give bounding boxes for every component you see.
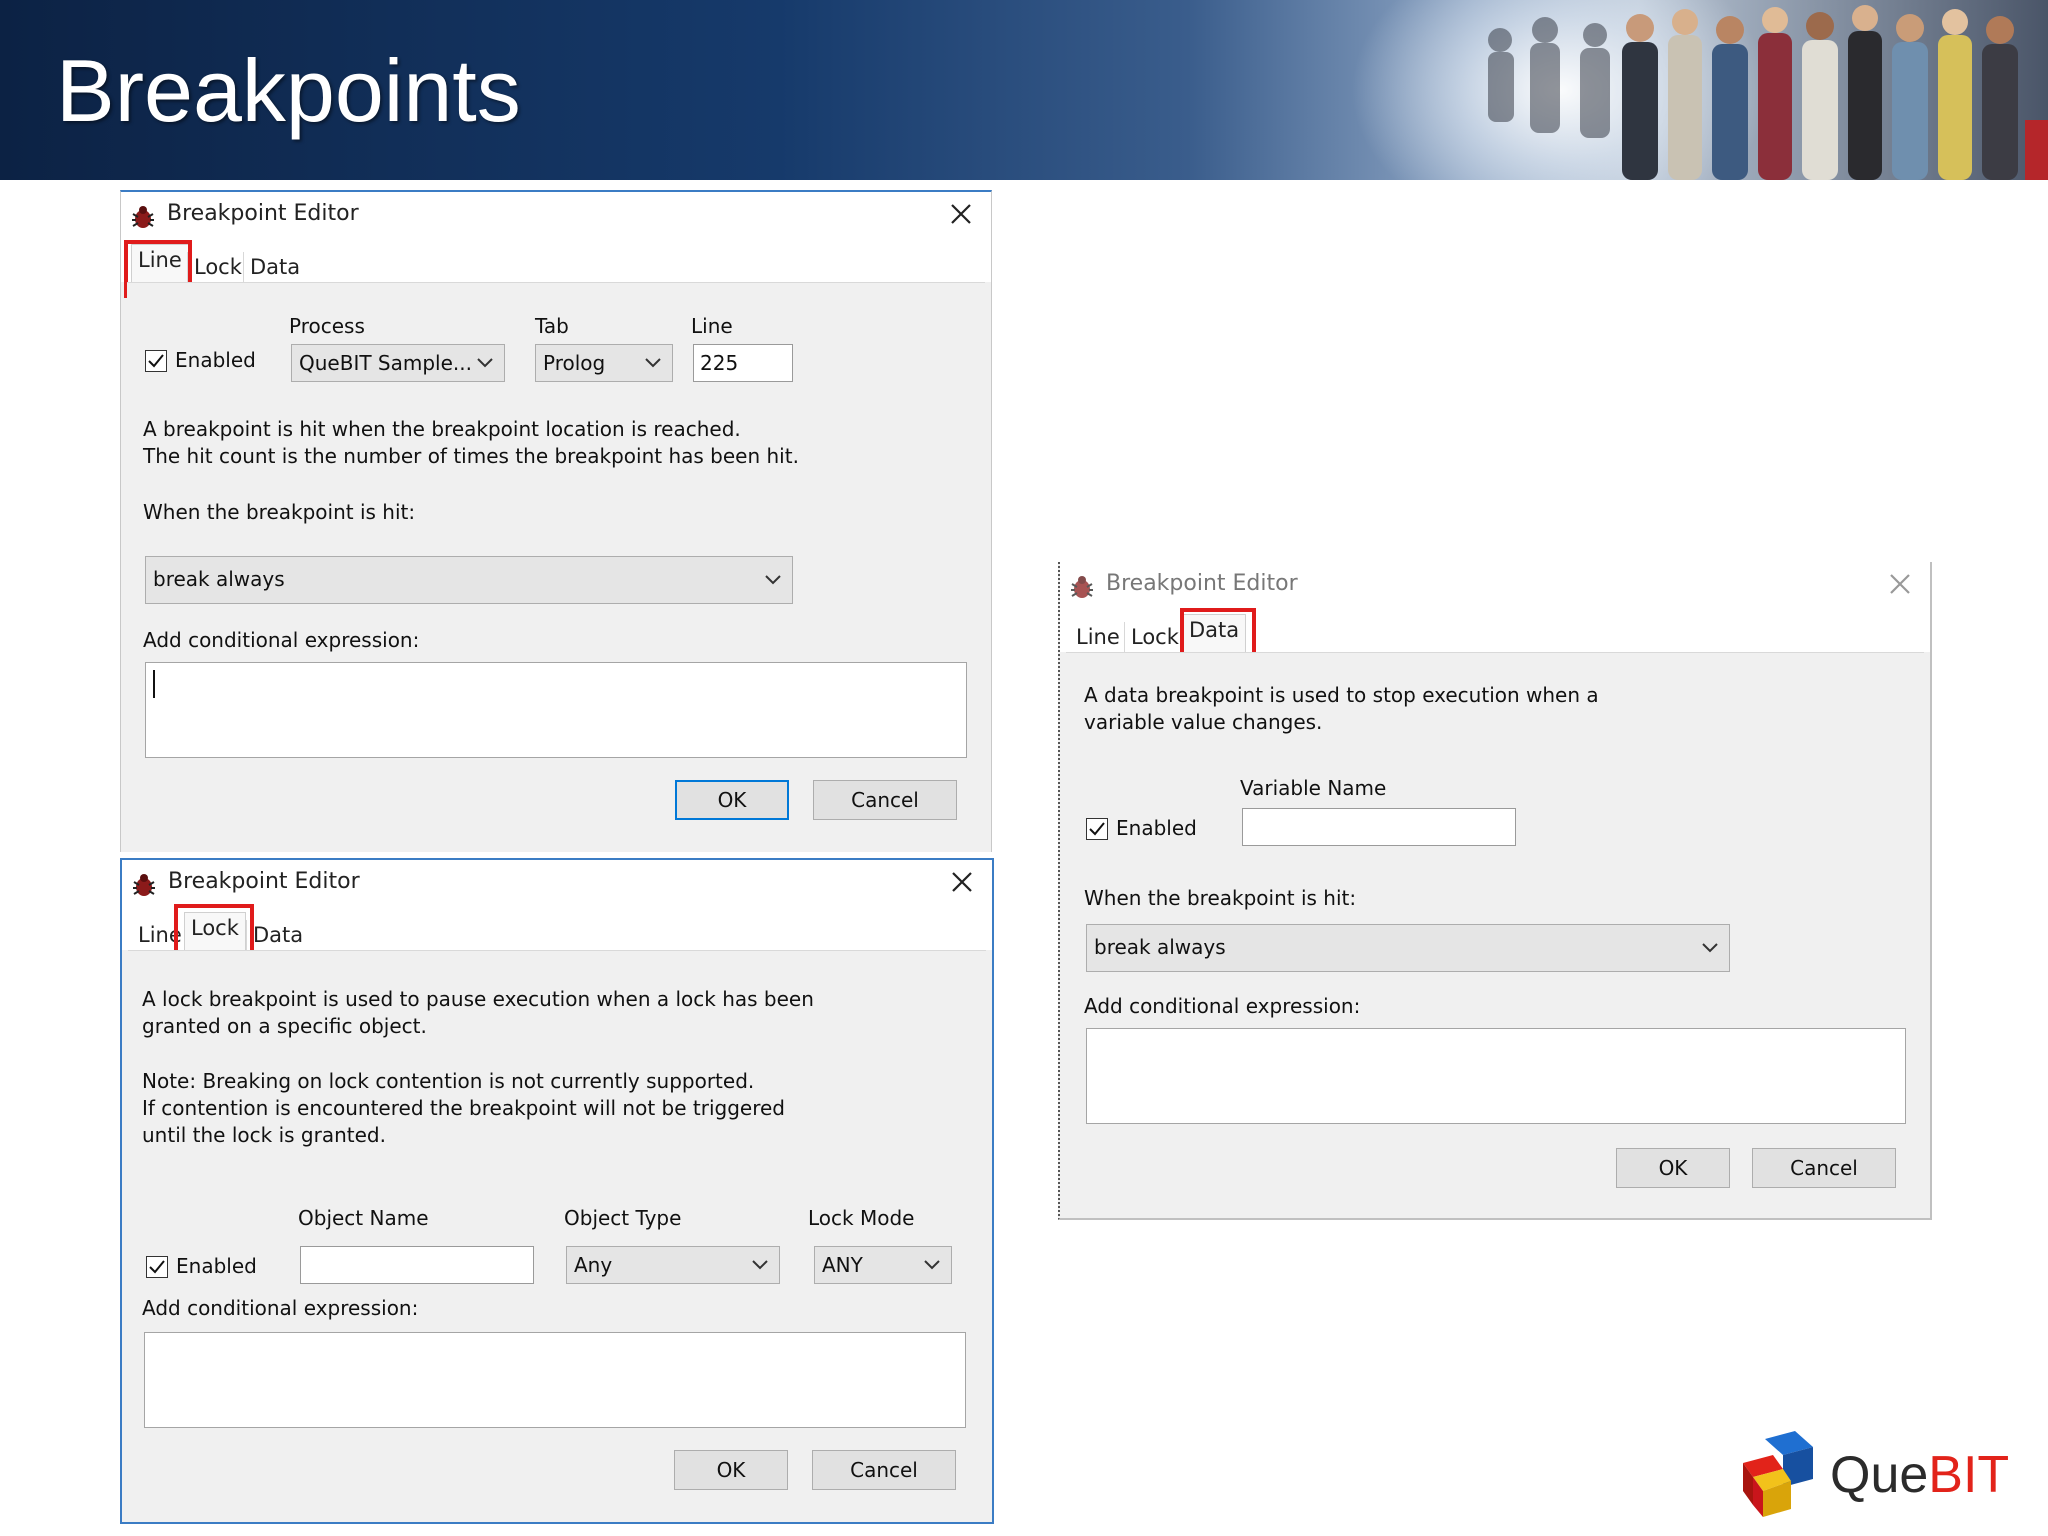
note-line: If contention is encountered the breakpo…: [142, 1096, 785, 1120]
conditional-expression-input[interactable]: [144, 1332, 966, 1428]
lock-mode-dropdown[interactable]: ANY: [814, 1246, 952, 1284]
enabled-checkbox[interactable]: [146, 1256, 168, 1278]
note-line: until the lock is granted.: [142, 1123, 386, 1147]
variable-name-label: Variable Name: [1240, 776, 1387, 800]
dialog-title: Breakpoint Editor: [167, 201, 359, 226]
ok-button[interactable]: OK: [675, 780, 789, 820]
ok-button[interactable]: OK: [674, 1450, 788, 1490]
lock-mode-value: ANY: [822, 1253, 863, 1277]
line-label: Line: [691, 314, 733, 338]
dialog-title: Breakpoint Editor: [168, 869, 360, 894]
tab-data[interactable]: Data: [243, 252, 306, 282]
logo-text-que: Que: [1830, 1446, 1929, 1504]
hit-condition-value: break always: [153, 567, 285, 591]
hit-condition-dropdown[interactable]: break always: [145, 556, 793, 604]
logo-cube-icon: [1743, 1431, 1813, 1517]
process-dropdown[interactable]: QueBIT Sample...: [291, 344, 505, 382]
lock-description: A lock breakpoint is used to pause execu…: [142, 986, 814, 1040]
lock-mode-label: Lock Mode: [808, 1206, 915, 1230]
enabled-checkbox[interactable]: [1086, 818, 1108, 840]
cancel-button[interactable]: Cancel: [813, 780, 957, 820]
description-line: A lock breakpoint is used to pause execu…: [142, 987, 814, 1011]
description-line: A breakpoint is hit when the breakpoint …: [143, 417, 741, 441]
hit-condition-dropdown[interactable]: break always: [1086, 924, 1730, 972]
chevron-down-icon: [924, 1260, 940, 1270]
close-icon[interactable]: [1880, 564, 1920, 604]
text-caret: [153, 670, 155, 698]
logo-wordmark: QueBIT: [1830, 1445, 2009, 1505]
enabled-label: Enabled: [1116, 816, 1197, 840]
variable-name-input[interactable]: [1242, 808, 1516, 846]
chevron-down-icon: [752, 1260, 768, 1270]
close-icon[interactable]: [942, 862, 982, 902]
conditional-expression-input[interactable]: [1086, 1028, 1906, 1124]
object-name-label: Object Name: [298, 1206, 429, 1230]
chevron-down-icon: [645, 358, 661, 368]
quebit-logo: QueBIT: [1735, 1425, 2035, 1525]
bug-icon: [133, 874, 155, 896]
process-label: Process: [289, 314, 365, 338]
object-type-label: Object Type: [564, 1206, 682, 1230]
enabled-label: Enabled: [175, 348, 256, 372]
slide-title: Breakpoints: [56, 41, 521, 140]
description-line: The hit count is the number of times the…: [143, 444, 799, 468]
cancel-button[interactable]: Cancel: [812, 1450, 956, 1490]
object-type-value: Any: [574, 1253, 613, 1277]
chevron-down-icon: [477, 358, 493, 368]
conditional-expression-input[interactable]: [145, 662, 967, 758]
logo-text-bit: BIT: [1928, 1446, 2010, 1504]
process-value: QueBIT Sample...: [299, 351, 472, 375]
conditional-expression-label: Add conditional expression:: [143, 628, 420, 652]
bug-icon: [132, 206, 154, 228]
dialog-title: Breakpoint Editor: [1106, 571, 1298, 596]
slide-header-banner: Breakpoints: [0, 0, 2048, 180]
breakpoint-editor-data-dialog: Breakpoint Editor Line Lock Data A data …: [1058, 562, 1932, 1220]
tab-line[interactable]: Line: [1070, 622, 1126, 652]
title-bar: Breakpoint Editor: [1060, 562, 1930, 610]
title-bar: Breakpoint Editor: [122, 860, 992, 908]
when-hit-label: When the breakpoint is hit:: [143, 500, 416, 524]
crowd-photo: [1488, 5, 2048, 180]
tab-strip: Line Lock Data: [121, 240, 991, 283]
tab-label: Tab: [535, 314, 569, 338]
highlight-box: [1180, 608, 1256, 658]
object-type-dropdown[interactable]: Any: [566, 1246, 780, 1284]
checkmark-icon: [1089, 822, 1105, 836]
chevron-down-icon: [765, 575, 781, 585]
title-bar: Breakpoint Editor: [121, 192, 991, 240]
hit-condition-value: break always: [1094, 935, 1226, 959]
conditional-expression-label: Add conditional expression:: [142, 1296, 419, 1320]
tab-dropdown[interactable]: Prolog: [535, 344, 673, 382]
tab-data[interactable]: Data: [246, 920, 309, 950]
line-number-input[interactable]: 225: [693, 344, 793, 382]
tab-value: Prolog: [543, 351, 606, 375]
object-name-input[interactable]: [300, 1246, 534, 1284]
breakpoint-editor-lock-dialog: Breakpoint Editor Line Lock Data A lock …: [120, 858, 994, 1524]
tab-lock[interactable]: Lock: [187, 252, 248, 282]
ok-button[interactable]: OK: [1616, 1148, 1730, 1188]
description-line: A data breakpoint is used to stop execut…: [1084, 683, 1599, 707]
description-line: granted on a specific object.: [142, 1014, 427, 1038]
line-number-value: 225: [700, 351, 739, 375]
checkmark-icon: [148, 354, 164, 368]
tab-lock[interactable]: Lock: [1124, 622, 1185, 652]
checkmark-icon: [149, 1260, 165, 1274]
close-icon[interactable]: [941, 194, 981, 234]
line-description: A breakpoint is hit when the breakpoint …: [143, 416, 799, 470]
lock-note: Note: Breaking on lock contention is not…: [142, 1068, 785, 1149]
breakpoint-editor-line-dialog: Breakpoint Editor Line Lock Data Process…: [120, 190, 992, 852]
note-line: Note: Breaking on lock contention is not…: [142, 1069, 755, 1093]
description-line: variable value changes.: [1084, 710, 1323, 734]
bug-icon: [1071, 576, 1093, 598]
data-description: A data breakpoint is used to stop execut…: [1084, 682, 1599, 736]
enabled-checkbox[interactable]: [145, 350, 167, 372]
chevron-down-icon: [1702, 943, 1718, 953]
when-hit-label: When the breakpoint is hit:: [1084, 886, 1357, 910]
cancel-button[interactable]: Cancel: [1752, 1148, 1896, 1188]
enabled-label: Enabled: [176, 1254, 257, 1278]
conditional-expression-label: Add conditional expression:: [1084, 994, 1361, 1018]
